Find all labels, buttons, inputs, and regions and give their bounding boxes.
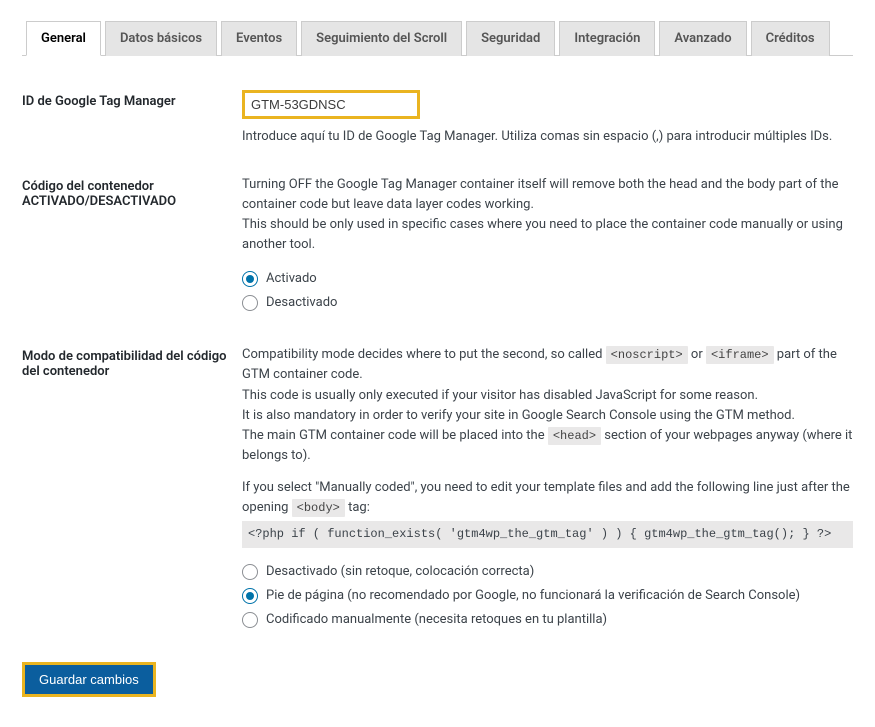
compat-radio-off-label: Desactivado (sin retoque, colocación cor… [266, 562, 534, 582]
container-radio-off[interactable]: Desactivado [242, 293, 853, 313]
php-code-block: <?php if ( function_exists( 'gtm4wp_the_… [242, 521, 853, 548]
compat-radio-footer-label: Pie de página (no recomendado por Google… [266, 586, 800, 606]
noscript-code: <noscript> [606, 346, 688, 364]
container-radio-on[interactable]: Activado [242, 269, 853, 289]
tab-eventos[interactable]: Eventos [221, 21, 297, 56]
compat-radio-off-input[interactable] [242, 564, 258, 580]
compat-radio-manual-label: Codificado manualmente (necesita retoque… [266, 610, 607, 630]
compat-radio-off[interactable]: Desactivado (sin retoque, colocación cor… [242, 562, 853, 582]
tab-avanzado[interactable]: Avanzado [659, 21, 746, 56]
tab-scroll[interactable]: Seguimiento del Scroll [301, 21, 462, 56]
container-label: Código del contenedor ACTIVADO/DESACTIVA… [22, 175, 242, 209]
head-code: <head> [548, 427, 601, 445]
iframe-code: <iframe> [706, 346, 774, 364]
compat-radio-manual[interactable]: Codificado manualmente (necesita retoque… [242, 610, 853, 630]
tab-integracion[interactable]: Integración [559, 21, 655, 56]
compat-radio-footer-input[interactable] [242, 588, 258, 604]
tab-general[interactable]: General [26, 21, 101, 56]
container-radio-off-label: Desactivado [266, 293, 337, 313]
container-radio-off-input[interactable] [242, 295, 258, 311]
tab-seguridad[interactable]: Seguridad [466, 21, 555, 56]
container-desc-1: Turning OFF the Google Tag Manager conta… [242, 175, 853, 215]
gtm-id-desc: Introduce aquí tu ID de Google Tag Manag… [242, 127, 853, 147]
container-radio-on-label: Activado [266, 269, 317, 289]
gtm-id-input[interactable] [242, 90, 420, 119]
gtm-id-label: ID de Google Tag Manager [22, 90, 242, 109]
container-desc-2: This should be only used in specific cas… [242, 215, 853, 255]
compat-radio-footer[interactable]: Pie de página (no recomendado por Google… [242, 586, 853, 606]
compat-radio-manual-input[interactable] [242, 612, 258, 628]
tab-datos-basicos[interactable]: Datos básicos [105, 21, 217, 56]
compat-paragraph-1: Compatibility mode decides where to put … [242, 345, 853, 466]
tab-creditos[interactable]: Créditos [751, 21, 830, 56]
settings-tabs: General Datos básicos Eventos Seguimient… [22, 20, 853, 56]
body-code: <body> [292, 499, 345, 517]
compat-paragraph-2: If you select "Manually coded", you need… [242, 478, 853, 518]
save-button[interactable]: Guardar cambios [22, 662, 156, 697]
compat-label: Modo de compatibilidad del código del co… [22, 345, 242, 379]
container-radio-on-input[interactable] [242, 271, 258, 287]
